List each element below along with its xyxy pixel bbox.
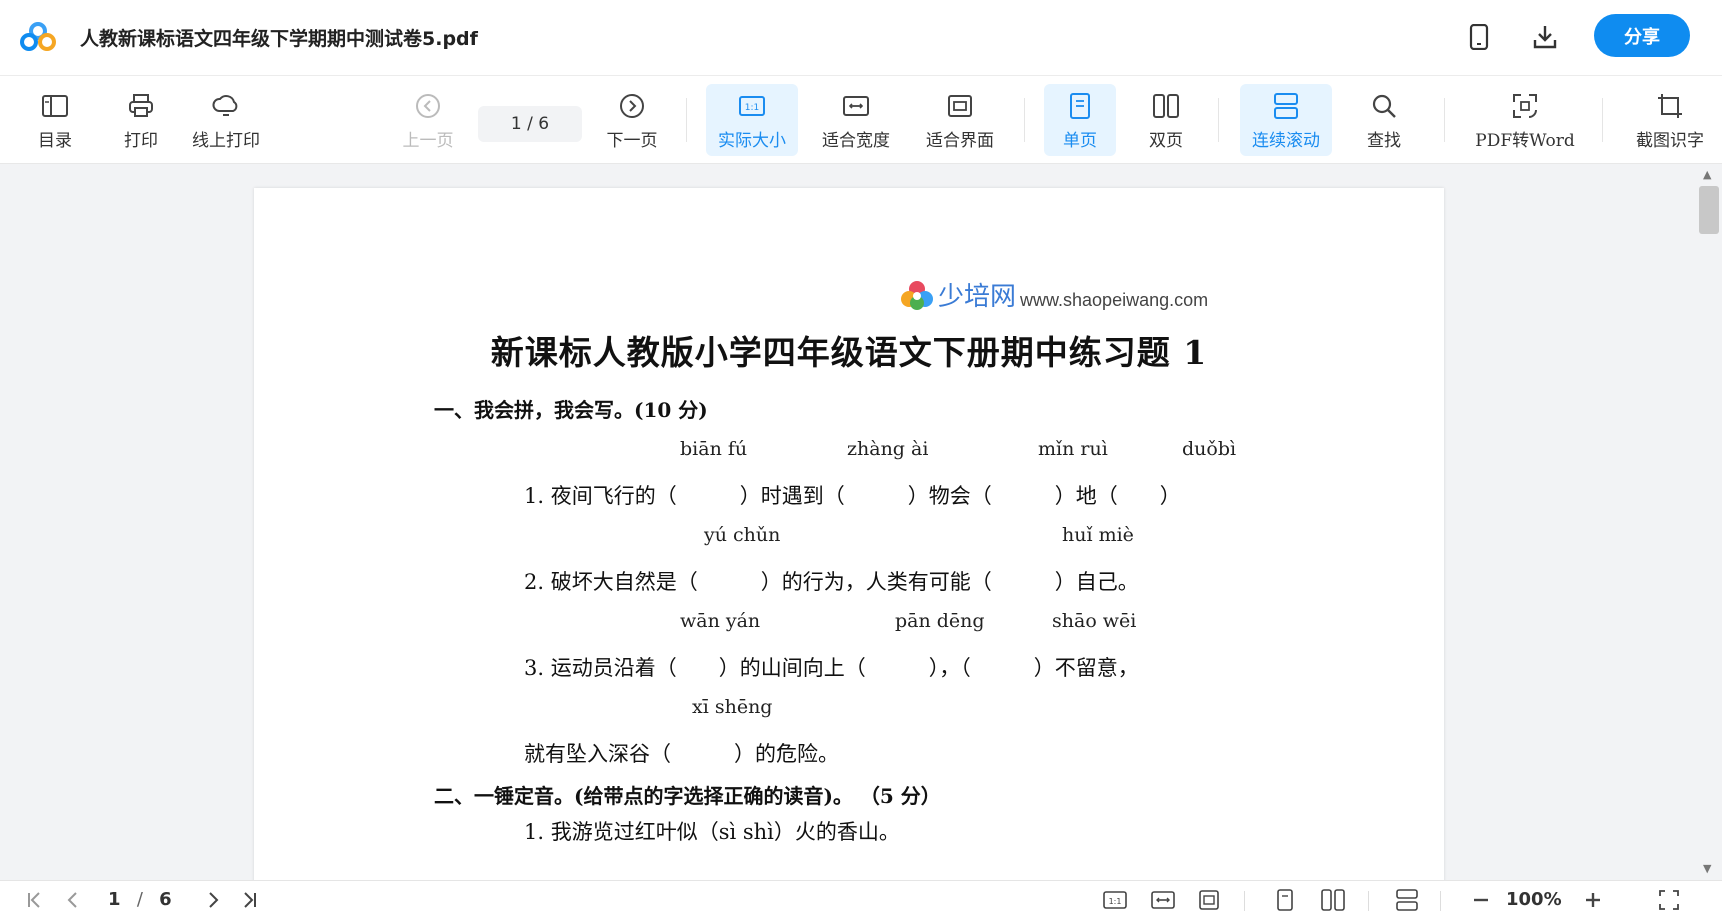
fit-window-icon [944, 90, 976, 122]
svg-text:1:1: 1:1 [1109, 897, 1122, 906]
single-page-icon[interactable] [1272, 887, 1298, 913]
toc-button[interactable]: 目录 [30, 84, 80, 156]
toolbar: 目录 打印 线上打印 上一页 1 / 6 下一页 1:1 实际大小 适合宽度 适… [0, 76, 1722, 164]
pdf-page: 少培网 www.shaopeiwang.com 新课标人教版小学四年级语文下册期… [254, 188, 1444, 880]
pdf-to-word-button[interactable]: PDF转Word [1470, 84, 1580, 156]
fit-window-icon[interactable] [1196, 887, 1222, 913]
chevron-left-circle-icon [412, 90, 444, 122]
continuous-scroll-icon[interactable] [1394, 887, 1420, 913]
search-icon [1368, 90, 1400, 122]
crop-icon [1654, 90, 1686, 122]
scrollbar-thumb[interactable] [1699, 186, 1719, 234]
question-line: 就有坠入深谷（ ）的危险。 [524, 742, 839, 766]
double-page-icon[interactable] [1320, 887, 1346, 913]
question-line: 3. 运动员沿着（ ）的山间向上（ ），（ ）不留意， [524, 656, 1139, 680]
question-line: 2. 破坏大自然是（ ）的行为，人类有可能（ ）自己。 [524, 570, 1139, 594]
section-title: 二、一锤定音。(给带点的字选择正确的读音)。 （5 分） [434, 784, 941, 808]
document-title: 人教新课标语文四年级下学期期中测试卷5.pdf [80, 28, 478, 50]
print-button[interactable]: 打印 [116, 84, 166, 156]
search-button[interactable]: 查找 [1356, 84, 1412, 156]
pinyin: yú chǔn [704, 524, 781, 546]
actual-size-button[interactable]: 1:1 实际大小 [706, 84, 798, 156]
last-page-icon[interactable] [236, 887, 262, 913]
chevron-right-circle-icon [616, 90, 648, 122]
question-line: 1. 我游览过红叶似（sì shì）火的香山。 [524, 820, 900, 844]
scroll-down-icon[interactable]: ▼ [1703, 862, 1715, 875]
page-counter: 1 / 6 [108, 889, 172, 910]
screenshot-ocr-button[interactable]: 截图识字 [1628, 84, 1712, 156]
fit-width-icon[interactable] [1150, 887, 1176, 913]
cloud-print-icon [210, 90, 242, 122]
prev-page-icon[interactable] [60, 887, 86, 913]
online-print-button[interactable]: 线上打印 [186, 84, 266, 156]
next-page-icon[interactable] [200, 887, 226, 913]
divider [1218, 98, 1219, 142]
divider [1602, 98, 1603, 142]
watermark-logo: 少培网 www.shaopeiwang.com [900, 276, 1208, 313]
first-page-icon[interactable] [22, 887, 48, 913]
pinyin: zhàng ài [847, 438, 929, 460]
divider [1024, 98, 1025, 142]
title-bar: 人教新课标语文四年级下学期期中测试卷5.pdf 分享 [0, 0, 1722, 76]
app-logo-icon [20, 22, 56, 52]
download-icon[interactable] [1530, 22, 1560, 52]
document-viewer[interactable]: 少培网 www.shaopeiwang.com 新课标人教版小学四年级语文下册期… [0, 164, 1722, 880]
scrollbar-track[interactable] [1696, 164, 1722, 880]
zoom-level[interactable]: 100% [1506, 889, 1562, 910]
continuous-scroll-button[interactable]: 连续滚动 [1240, 84, 1332, 156]
fit-width-icon [840, 90, 872, 122]
pinyin: huǐ miè [1062, 524, 1134, 546]
divider [686, 98, 687, 142]
divider [1244, 891, 1245, 911]
next-page-button[interactable]: 下一页 [602, 84, 662, 156]
actual-size-icon: 1:1 [736, 90, 768, 122]
section-title: 一、我会拼，我会写。(10 分) [434, 398, 708, 422]
prev-page-button[interactable]: 上一页 [398, 84, 458, 156]
divider [1444, 98, 1445, 142]
continuous-scroll-icon [1270, 90, 1302, 122]
question-line: 1. 夜间飞行的（ ）时遇到（ ）物会（ ）地（ ） [524, 484, 1181, 508]
printer-icon [125, 90, 157, 122]
pinyin: wān yán [680, 610, 761, 632]
pinyin: biān fú [680, 438, 748, 460]
fit-width-button[interactable]: 适合宽度 [814, 84, 898, 156]
zoom-out-icon[interactable] [1468, 887, 1494, 913]
svg-text:1:1: 1:1 [745, 103, 759, 113]
flower-logo-icon [901, 281, 933, 310]
convert-icon [1509, 90, 1541, 122]
toc-icon [39, 90, 71, 122]
document-heading: 新课标人教版小学四年级语文下册期中练习题 1 [490, 333, 1208, 372]
pinyin: shāo wēi [1052, 610, 1137, 632]
mobile-icon[interactable] [1464, 22, 1494, 52]
page-indicator[interactable]: 1 / 6 [478, 106, 582, 142]
pinyin: duǒbì [1182, 438, 1237, 460]
actual-size-icon[interactable]: 1:1 [1102, 887, 1128, 913]
single-page-icon [1064, 90, 1096, 122]
pinyin: xī shēng [692, 696, 773, 718]
fullscreen-icon[interactable] [1656, 887, 1682, 913]
pinyin: mǐn ruì [1038, 438, 1108, 460]
bottom-bar: 1 / 6 1:1 100% [0, 880, 1722, 917]
scroll-up-icon[interactable]: ▲ [1703, 168, 1715, 181]
divider [1440, 891, 1441, 911]
single-page-button[interactable]: 单页 [1044, 84, 1116, 156]
share-button[interactable]: 分享 [1594, 14, 1690, 57]
divider [1368, 891, 1369, 911]
fit-window-button[interactable]: 适合界面 [918, 84, 1002, 156]
double-page-icon [1150, 90, 1182, 122]
zoom-in-icon[interactable] [1580, 887, 1606, 913]
double-page-button[interactable]: 双页 [1134, 84, 1198, 156]
pinyin: pān dēng [895, 610, 985, 632]
